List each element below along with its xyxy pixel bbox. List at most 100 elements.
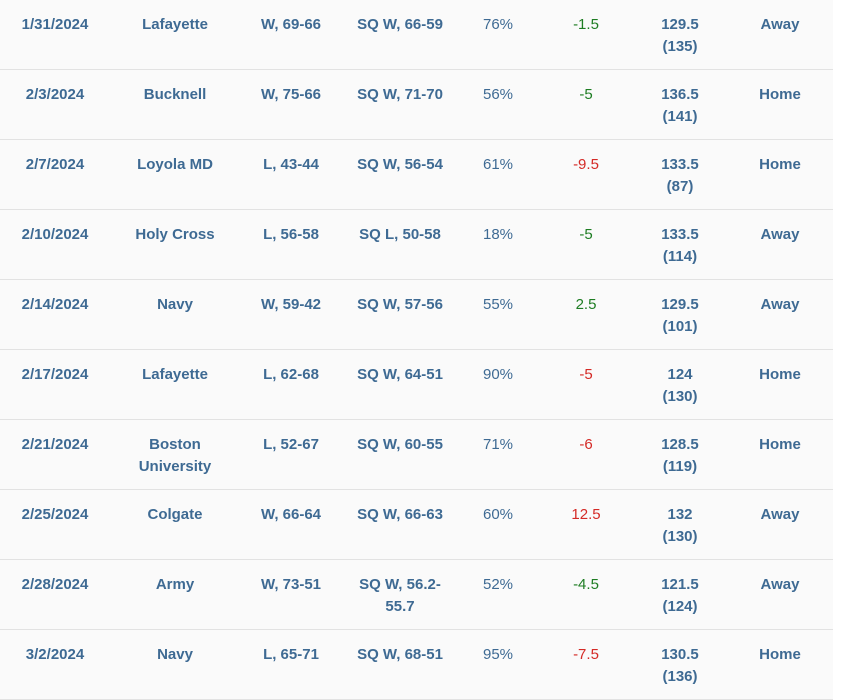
table-row: 2/7/2024 Loyola MD L, 43-44 SQ W, 56-54 61% -… <box>0 140 833 210</box>
spread-cell: -9.5 <box>573 156 599 173</box>
table-row: 2/17/2024 Lafayette L, 62-68 SQ W, 64-51 90%… <box>0 350 833 420</box>
sq-result-cell: SQ W, 71-70 <box>357 86 443 103</box>
win-percentage-cell: 76% <box>482 16 514 33</box>
actual-total-line: (114) <box>662 248 698 265</box>
game-date-cell: 2/17/2024 <box>21 366 89 383</box>
sq-result-cell: SQ L, 50-58 <box>359 226 441 243</box>
total-cell: 129.5 (101) <box>640 294 720 338</box>
win-percentage-cell: 90% <box>482 366 514 383</box>
total-line: 133.5 <box>661 226 699 243</box>
location-cell: Home <box>759 436 801 453</box>
game-date-cell: 3/2/2024 <box>25 646 85 663</box>
total-line: 129.5 <box>661 16 699 33</box>
location-cell: Away <box>760 16 800 33</box>
spread-cell: -1.5 <box>573 16 599 33</box>
table-row: 3/2/2024 Navy L, 65-71 SQ W, 68-51 95% -7.5 13… <box>0 630 833 700</box>
table-row: 2/21/2024 Boston University L, 52-67 SQ W, … <box>0 420 833 490</box>
game-date-cell: 2/28/2024 <box>21 576 89 593</box>
actual-total-line: (87) <box>666 178 694 195</box>
total-line: 121.5 <box>661 576 699 593</box>
opponent-cell: Loyola MD <box>137 156 213 173</box>
table-row: 1/31/2024 Lafayette W, 69-66 SQ W, 66-59 76%… <box>0 0 833 70</box>
total-line: 136.5 <box>661 86 699 103</box>
total-cell: 121.5 (124) <box>640 574 720 618</box>
spread-cell: -5 <box>579 86 593 103</box>
opponent-cell: Bucknell <box>143 86 207 103</box>
win-percentage-cell: 71% <box>482 436 514 453</box>
actual-total-line: (136) <box>662 668 698 685</box>
spread-cell: 12.5 <box>571 506 601 523</box>
total-cell: 129.5 (135) <box>640 14 720 58</box>
total-cell: 136.5 (141) <box>640 84 720 128</box>
total-line: 133.5 <box>661 156 699 173</box>
opponent-cell: Navy <box>157 646 193 663</box>
total-cell: 128.5 (119) <box>640 434 720 478</box>
table-row: 2/10/2024 Holy Cross L, 56-58 SQ L, 50-58 18… <box>0 210 833 280</box>
sq-result-cell: SQ W, 66-59 <box>357 16 443 33</box>
opponent-cell: Lafayette <box>142 366 208 383</box>
total-cell: 133.5 (87) <box>640 154 720 198</box>
total-line: 129.5 <box>661 296 699 313</box>
sq-result-cell: SQ W, 66-63 <box>357 506 443 523</box>
result-cell: W, 59-42 <box>260 296 322 313</box>
location-cell: Home <box>759 156 801 173</box>
schedule-table: 1/31/2024 Lafayette W, 69-66 SQ W, 66-59 76%… <box>0 0 833 700</box>
total-cell: 130.5 (136) <box>640 644 720 688</box>
sq-result-cell: SQ W, 56.2-55.7 <box>359 576 441 615</box>
location-cell: Away <box>760 226 800 243</box>
win-percentage-cell: 55% <box>482 296 514 313</box>
actual-total-line: (135) <box>662 38 698 55</box>
result-cell: L, 62-68 <box>263 366 319 383</box>
table-row: 2/14/2024 Navy W, 59-42 SQ W, 57-56 55% 2.5 12… <box>0 280 833 350</box>
total-cell: 124 (130) <box>640 364 720 408</box>
table-row: 2/25/2024 Colgate W, 66-64 SQ W, 66-63 60% 12… <box>0 490 833 560</box>
actual-total-line: (141) <box>662 108 698 125</box>
opponent-cell: Holy Cross <box>135 226 215 243</box>
total-line: 132 <box>667 506 693 523</box>
total-line: 130.5 <box>661 646 699 663</box>
page-gutter <box>833 0 848 696</box>
result-cell: L, 56-58 <box>263 226 319 243</box>
spread-cell: -4.5 <box>573 576 599 593</box>
result-cell: L, 65-71 <box>263 646 319 663</box>
total-cell: 132 (130) <box>640 504 720 548</box>
sq-result-cell: SQ W, 57-56 <box>357 296 443 313</box>
game-date-cell: 2/7/2024 <box>25 156 85 173</box>
table-row: 2/3/2024 Bucknell W, 75-66 SQ W, 71-70 56% -5… <box>0 70 833 140</box>
spread-cell: -5 <box>579 226 593 243</box>
opponent-cell: Colgate <box>147 506 203 523</box>
actual-total-line: (119) <box>662 458 698 475</box>
opponent-cell: Army <box>155 576 195 593</box>
spread-cell: -5 <box>579 366 593 383</box>
location-cell: Home <box>759 366 801 383</box>
result-cell: L, 43-44 <box>263 156 319 173</box>
total-line: 124 <box>667 366 693 383</box>
game-date-cell: 1/31/2024 <box>21 16 89 33</box>
result-cell: W, 66-64 <box>260 506 322 523</box>
sq-result-cell: SQ W, 56-54 <box>357 156 443 173</box>
location-cell: Home <box>759 86 801 103</box>
result-cell: L, 52-67 <box>263 436 319 453</box>
result-cell: W, 69-66 <box>260 16 322 33</box>
actual-total-line: (124) <box>662 598 698 615</box>
game-date-cell: 2/14/2024 <box>21 296 89 313</box>
win-percentage-cell: 61% <box>482 156 514 173</box>
win-percentage-cell: 60% <box>482 506 514 523</box>
game-date-cell: 2/21/2024 <box>21 436 89 453</box>
game-date-cell: 2/25/2024 <box>21 506 89 523</box>
location-cell: Away <box>760 296 800 313</box>
location-cell: Home <box>759 646 801 663</box>
actual-total-line: (101) <box>662 318 698 335</box>
game-date-cell: 2/10/2024 <box>21 226 89 243</box>
actual-total-line: (130) <box>662 528 698 545</box>
opponent-cell: Lafayette <box>142 16 208 33</box>
win-percentage-cell: 18% <box>482 226 514 243</box>
result-cell: W, 73-51 <box>260 576 322 593</box>
opponent-cell: Boston University <box>138 436 212 475</box>
total-cell: 133.5 (114) <box>640 224 720 268</box>
total-line: 128.5 <box>661 436 699 453</box>
location-cell: Away <box>760 576 800 593</box>
game-date-cell: 2/3/2024 <box>25 86 85 103</box>
spread-cell: -6 <box>579 436 593 453</box>
spread-cell: 2.5 <box>575 296 597 313</box>
